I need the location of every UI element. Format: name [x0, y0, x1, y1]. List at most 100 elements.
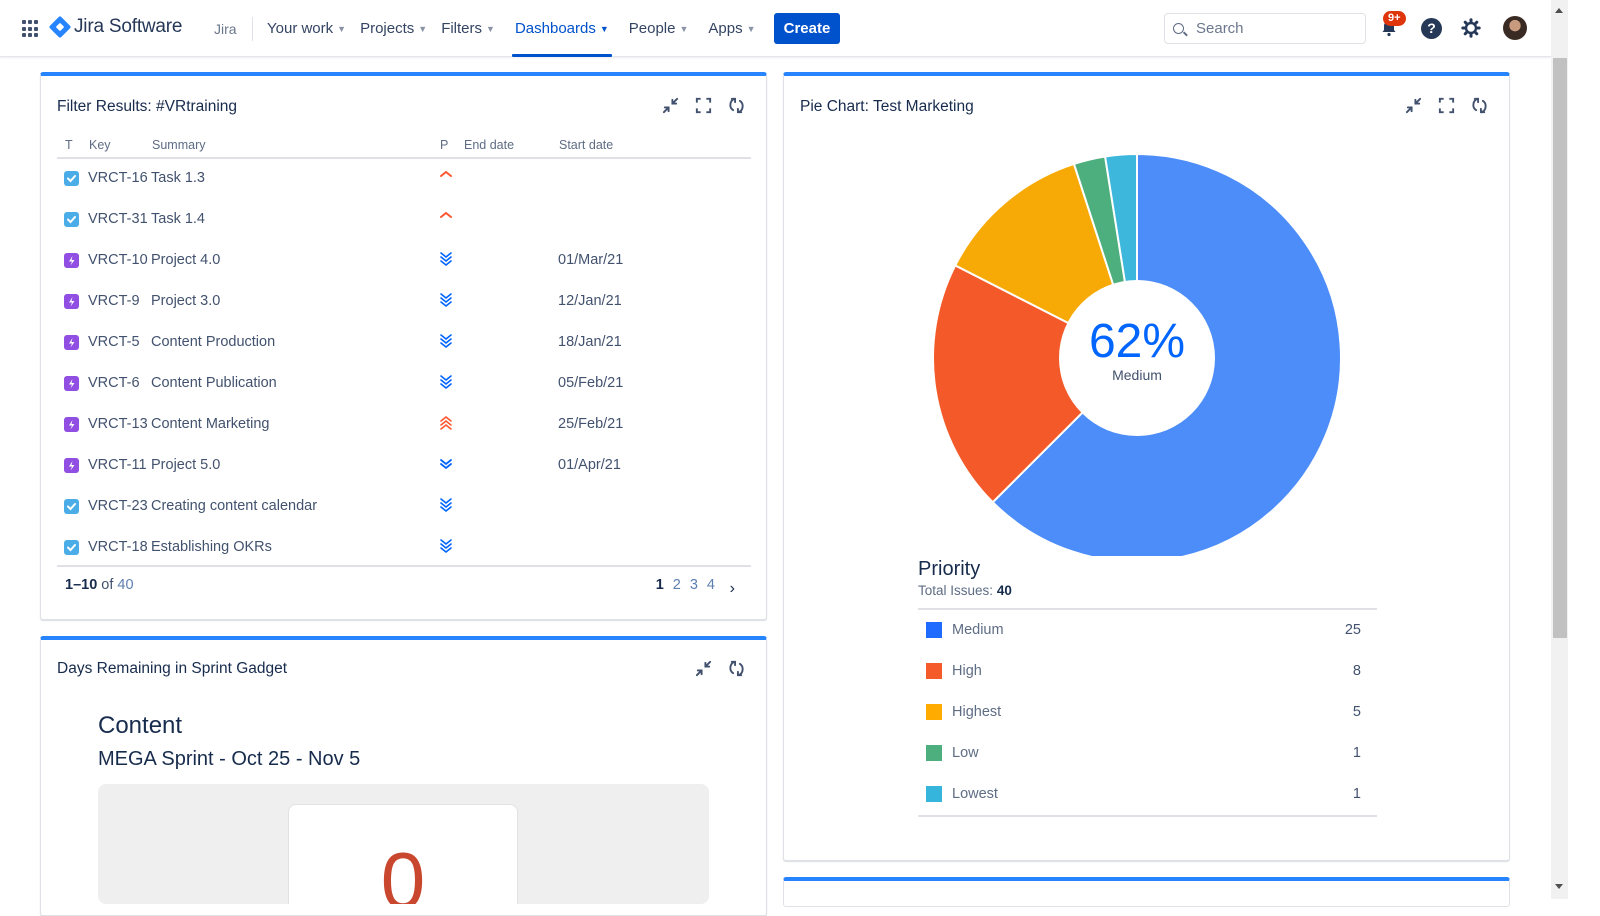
priority-highest-icon	[440, 415, 452, 430]
issue-key[interactable]: VRCT-23	[88, 498, 148, 514]
legend-item[interactable]: Highest 5	[918, 692, 1377, 733]
legend-swatch	[926, 745, 942, 761]
jira-diamond-icon	[48, 15, 72, 39]
refresh-icon[interactable]	[727, 659, 746, 678]
task-type-icon	[64, 499, 79, 514]
nav-label: Apps	[708, 20, 743, 37]
primary-nav: Your work ▼ Projects ▼ Filters ▼ Dashboards…	[260, 0, 763, 57]
start-date: 18/Jan/21	[558, 334, 622, 350]
page-4[interactable]: 4	[707, 577, 715, 593]
issue-key[interactable]: VRCT-16	[88, 170, 148, 186]
create-button[interactable]: Create	[774, 13, 840, 44]
gadget-title: Filter Results: #VRtraining	[57, 98, 238, 115]
nav-your-work[interactable]: Your work ▼	[260, 0, 353, 57]
issue-summary[interactable]: Content Marketing	[151, 416, 269, 432]
table-row[interactable]: VRCT-9 Project 3.0 12/Jan/21	[57, 282, 751, 323]
search-box[interactable]	[1164, 13, 1366, 44]
issue-summary[interactable]: Project 3.0	[151, 293, 220, 309]
page-3[interactable]: 3	[690, 577, 698, 593]
table-row[interactable]: VRCT-13 Content Marketing 25/Feb/21	[57, 405, 751, 446]
issue-summary[interactable]: Task 1.3	[151, 170, 205, 186]
gadget-title: Days Remaining in Sprint Gadget	[57, 660, 288, 677]
settings-gear-icon[interactable]	[1461, 18, 1481, 38]
legend-item[interactable]: Lowest 1	[918, 774, 1377, 815]
issue-summary[interactable]: Content Publication	[151, 375, 277, 391]
nav-dashboards[interactable]: Dashboards ▼	[508, 0, 616, 57]
user-avatar[interactable]	[1503, 16, 1527, 40]
legend-item[interactable]: Low 1	[918, 733, 1377, 774]
legend-value: 5	[1352, 704, 1361, 720]
product-name: Jira Software	[74, 16, 183, 37]
table-row[interactable]: VRCT-23 Creating content calendar	[57, 487, 751, 528]
refresh-icon[interactable]	[727, 96, 746, 115]
issue-key[interactable]: VRCT-5	[88, 334, 140, 350]
scroll-down-arrow-icon[interactable]	[1555, 884, 1563, 889]
priority-high-icon	[440, 170, 452, 177]
minimize-icon[interactable]	[661, 96, 680, 115]
col-summary[interactable]: Summary	[152, 138, 205, 152]
nav-projects[interactable]: Projects ▼	[353, 0, 434, 57]
legend-swatch	[926, 622, 942, 638]
table-row[interactable]: VRCT-10 Project 4.0 01/Mar/21	[57, 241, 751, 282]
legend-item[interactable]: Medium 25	[918, 610, 1377, 651]
priority-lowest-icon	[440, 539, 452, 554]
issue-key[interactable]: VRCT-10	[88, 252, 148, 268]
site-name[interactable]: Jira	[214, 21, 237, 37]
page-2[interactable]: 2	[673, 577, 681, 593]
issue-summary[interactable]: Establishing OKRs	[151, 539, 272, 555]
issue-summary[interactable]: Task 1.4	[151, 211, 205, 227]
table-row[interactable]: VRCT-16 Task 1.3	[57, 159, 751, 200]
nav-apps[interactable]: Apps ▼	[701, 0, 762, 57]
next-page-icon[interactable]: ›	[730, 580, 735, 598]
nav-label: Projects	[360, 20, 415, 37]
minimize-icon[interactable]	[694, 659, 713, 678]
priority-lowest-icon	[440, 293, 452, 308]
issue-summary[interactable]: Content Production	[151, 334, 275, 350]
nav-label: Filters	[441, 20, 483, 37]
legend-value: 1	[1352, 786, 1361, 802]
maximize-icon[interactable]	[694, 96, 713, 115]
jira-logo[interactable]: Jira Software	[48, 15, 183, 39]
table-row[interactable]: VRCT-18 Establishing OKRs	[57, 528, 751, 569]
issue-key[interactable]: VRCT-31	[88, 211, 148, 227]
col-priority[interactable]: P	[440, 138, 448, 152]
issue-key[interactable]: VRCT-11	[88, 457, 147, 473]
col-key[interactable]: Key	[89, 138, 111, 152]
help-icon[interactable]: ?	[1421, 18, 1442, 39]
nav-people[interactable]: People ▼	[622, 0, 696, 57]
page-1[interactable]: 1	[656, 577, 664, 593]
issue-key[interactable]: VRCT-18	[88, 539, 148, 555]
nav-label: Dashboards	[514, 20, 596, 37]
issue-summary[interactable]: Project 4.0	[151, 252, 220, 268]
legend-swatch	[926, 663, 942, 679]
issue-key[interactable]: VRCT-6	[88, 375, 140, 391]
next-gadget-edge	[783, 877, 1510, 907]
start-date: 01/Mar/21	[558, 252, 624, 268]
issue-summary[interactable]: Creating content calendar	[151, 498, 317, 514]
table-row[interactable]: VRCT-11 Project 5.0 01/Apr/21	[57, 446, 751, 487]
col-type[interactable]: T	[65, 138, 73, 152]
issue-key[interactable]: VRCT-9	[88, 293, 140, 309]
pie-chart-gadget: Pie Chart: Test Marketing 62% Medium Pri…	[783, 72, 1510, 861]
issue-summary[interactable]: Project 5.0	[151, 457, 220, 473]
table-row[interactable]: VRCT-31 Task 1.4	[57, 200, 751, 241]
search-input[interactable]	[1196, 20, 1356, 37]
scrollbar-thumb[interactable]	[1553, 58, 1567, 638]
scroll-up-arrow-icon[interactable]	[1555, 8, 1563, 13]
days-remaining-card: 0	[288, 804, 518, 904]
chevron-down-icon: ▼	[418, 23, 428, 34]
issue-key[interactable]: VRCT-13	[88, 416, 148, 432]
epic-type-icon	[64, 458, 79, 473]
board-name: Content	[98, 712, 183, 739]
app-switcher-icon[interactable]	[22, 20, 40, 38]
table-row[interactable]: VRCT-5 Content Production 18/Jan/21	[57, 323, 751, 364]
total-count[interactable]: 40	[117, 577, 133, 593]
col-end-date[interactable]: End date	[464, 138, 514, 152]
table-row[interactable]: VRCT-6 Content Publication 05/Feb/21	[57, 364, 751, 405]
top-navigation: Jira Software Jira Your work ▼ Projects ▼ …	[0, 0, 1551, 57]
chevron-down-icon: ▼	[746, 23, 756, 34]
col-start-date[interactable]: Start date	[559, 138, 613, 152]
legend-item[interactable]: High 8	[918, 651, 1377, 692]
legend-label: Highest	[952, 704, 1002, 720]
nav-filters[interactable]: Filters ▼	[434, 0, 502, 57]
